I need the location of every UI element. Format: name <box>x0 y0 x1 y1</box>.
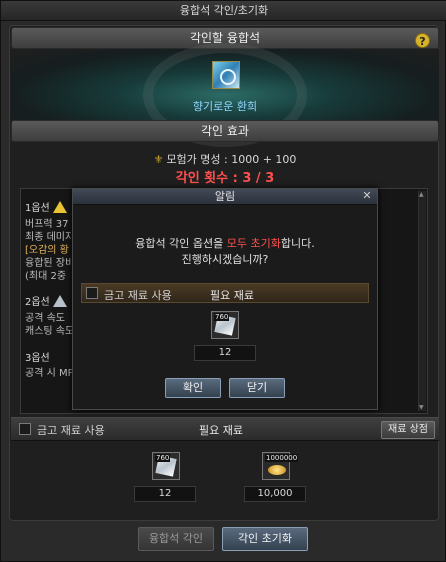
option-1-line: (최대 2중 <box>25 271 67 282</box>
options-scrollbar[interactable] <box>418 191 426 411</box>
option-2-title: 2옵션 <box>25 293 67 308</box>
option-2-line: 캐스팅 속도 <box>25 326 75 337</box>
close-icon[interactable]: ✕ <box>361 190 373 202</box>
dialog-required-label: 필요 재료 <box>210 289 254 302</box>
use-vault-checkbox[interactable] <box>19 423 31 435</box>
item-qty: 12 <box>134 486 196 502</box>
use-vault-label: 금고 재료 사용 <box>37 424 105 437</box>
engrave-button[interactable]: 융합석 각인 <box>138 527 214 551</box>
window-title: 융합석 각인/초기화 <box>1 1 446 21</box>
materials-bar: 금고 재료 사용 필요 재료 재료 상점 <box>11 417 439 441</box>
required-materials-label: 필요 재료 <box>199 424 243 437</box>
material-shop-button[interactable]: 재료 상점 <box>381 421 435 439</box>
confirm-button[interactable]: 확인 <box>165 378 221 398</box>
engrave-reset-window: 융합석 각인/초기화 각인할 융합석 ? 향기로운 환희 각인 효과 ⚜ 모험가 … <box>0 0 446 562</box>
item-count-badge: 1000000 <box>265 454 299 462</box>
confirm-dialog: 알림 ✕ 융합석 각인 옵션을 모두 초기화합니다. 진행하시겠습니까? 금고 … <box>72 188 378 410</box>
gold-coins-icon[interactable]: 1000000 <box>262 452 299 480</box>
engrave-count: 각인 횟수 : 3 / 3 <box>175 171 275 186</box>
silver-triangle-icon <box>52 295 67 307</box>
fame-line: ⚜ 모험가 명성 : 1000 + 100 <box>10 151 440 167</box>
effect-section-title: 각인 효과 <box>201 124 249 138</box>
fusion-stone-slot[interactable] <box>212 61 240 89</box>
fame-value: 모험가 명성 : 1000 + 100 <box>166 153 297 166</box>
item-count-badge: 760 <box>214 313 230 321</box>
crystal-icon[interactable]: 760 <box>152 452 180 480</box>
option-1-title: 1옵션 <box>25 199 67 214</box>
fame-icon: ⚜ <box>153 153 164 166</box>
dialog-materials-bar: 금고 재료 사용 필요 재료 <box>81 283 369 303</box>
reset-button[interactable]: 각인 초기화 <box>222 527 308 551</box>
close-button[interactable]: 닫기 <box>229 378 285 398</box>
stone-name: 향기로운 환희 <box>192 100 258 113</box>
crystal-icon[interactable]: 760 <box>211 311 239 339</box>
dialog-item-qty: 12 <box>194 345 256 361</box>
option-3-line: 공격 시 MP <box>25 368 74 379</box>
dialog-use-vault-label: 금고 재료 사용 <box>104 289 172 302</box>
question-icon[interactable]: ? <box>415 33 430 48</box>
effect-section-header: 각인 효과 <box>11 120 439 142</box>
item-qty: 10,000 <box>244 486 306 502</box>
dialog-title: 알림 <box>73 189 377 205</box>
dialog-message: 융합석 각인 옵션을 모두 초기화합니다. <box>135 237 315 250</box>
dialog-use-vault-checkbox[interactable] <box>86 287 98 299</box>
dialog-question: 진행하시겠습니까? <box>181 253 269 266</box>
gold-triangle-icon <box>52 201 67 213</box>
item-count-badge: 760 <box>155 454 171 462</box>
option-3-title: 3옵션 <box>25 353 50 364</box>
